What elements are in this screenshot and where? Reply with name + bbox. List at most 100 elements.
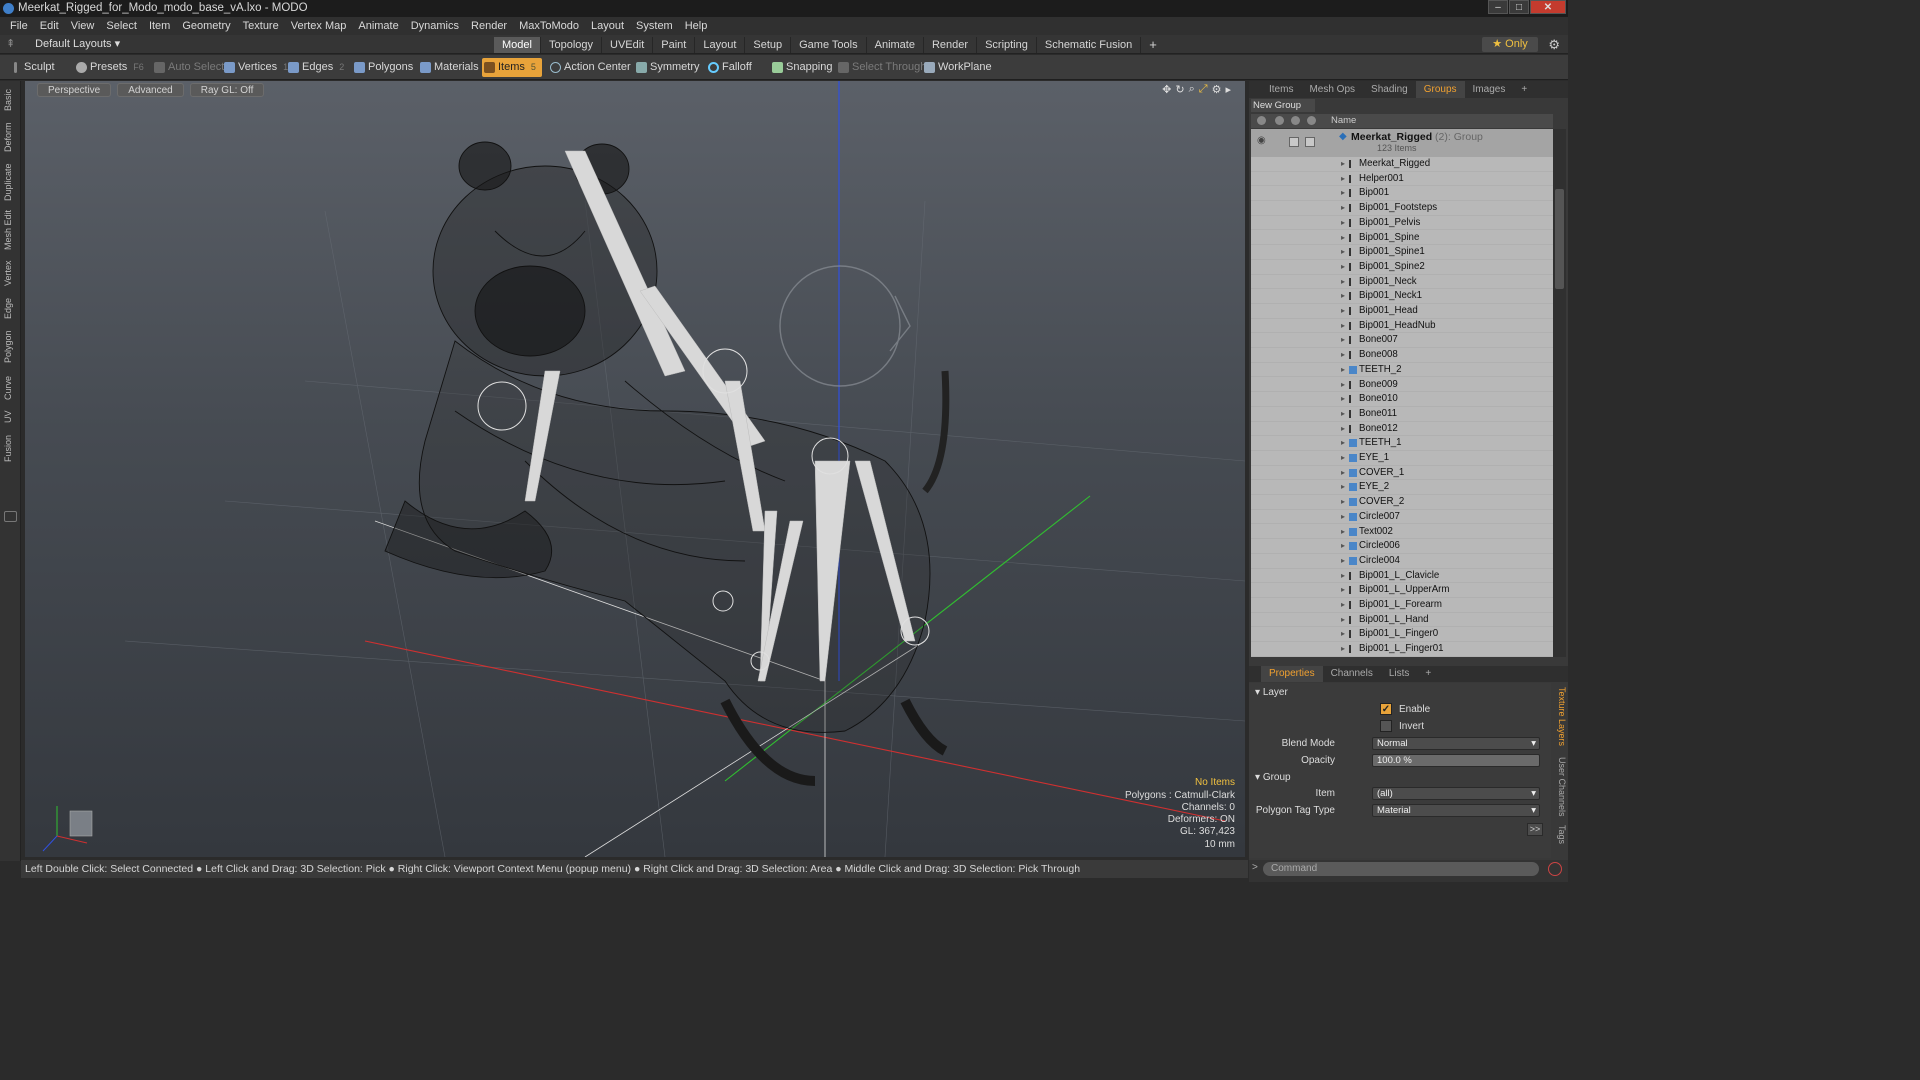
list-item[interactable]: ▸ Bip001_Spine1	[1251, 245, 1553, 260]
menu-item[interactable]: Item	[143, 20, 176, 32]
orbit-icon[interactable]: ↻	[1175, 83, 1184, 96]
list-item[interactable]: ▸ Bip001_L_Forearm	[1251, 598, 1553, 613]
select-through-button[interactable]: Select Through	[836, 58, 926, 77]
materials-button[interactable]: Materials	[418, 58, 479, 77]
expand-arrow-icon[interactable]: ▸	[1341, 539, 1345, 554]
list-item[interactable]: ▸ Bip001_Neck1	[1251, 289, 1553, 304]
layout-selector[interactable]: ⇞ Default Layouts ▾	[6, 35, 120, 54]
menu-file[interactable]: File	[4, 20, 34, 32]
tab-properties[interactable]: Properties	[1261, 666, 1323, 682]
list-item[interactable]: ▸ TEETH_1	[1251, 436, 1553, 451]
invert-checkbox[interactable]	[1380, 720, 1392, 732]
tab-paint[interactable]: Paint	[653, 37, 696, 53]
expand-arrow-icon[interactable]: ▸	[1341, 627, 1345, 642]
vertices-button[interactable]: Vertices 1	[222, 58, 288, 77]
menu-view[interactable]: View	[65, 20, 101, 32]
lock-toggle[interactable]	[1289, 137, 1299, 147]
tab-lists[interactable]: Lists	[1381, 666, 1418, 682]
expand-arrow-icon[interactable]: ▸	[1341, 466, 1345, 481]
expand-arrow-icon[interactable]: ▸	[1341, 304, 1345, 319]
expand-arrow-icon[interactable]: ▸	[1341, 422, 1345, 437]
expand-arrow-icon[interactable]: ▸	[1341, 275, 1345, 290]
edges-button[interactable]: Edges 2	[286, 58, 344, 77]
maximize-button[interactable]: □	[1509, 0, 1529, 14]
menu-vertex-map[interactable]: Vertex Map	[285, 20, 353, 32]
select-toggle[interactable]	[1305, 137, 1315, 147]
expand-arrow-icon[interactable]: ▸	[1341, 333, 1345, 348]
vtab-texture-layers[interactable]: Texture Layers	[1553, 687, 1567, 751]
expand-arrow-icon[interactable]: ▸	[1341, 525, 1345, 540]
list-item[interactable]: ▸ Circle007	[1251, 510, 1553, 525]
items-button[interactable]: Items 5	[482, 58, 542, 77]
list-item[interactable]: ▸ Bip001_L_Finger01	[1251, 642, 1553, 657]
tab-images[interactable]: Images	[1465, 81, 1514, 98]
tab-setup[interactable]: Setup	[745, 37, 792, 53]
list-item[interactable]: ▸ Bip001_Spine2	[1251, 260, 1553, 275]
tab-mesh-ops[interactable]: Mesh Ops	[1301, 81, 1363, 98]
expand-arrow-icon[interactable]: ▸	[1341, 642, 1345, 657]
tab-topology[interactable]: Topology	[541, 37, 603, 53]
menu-texture[interactable]: Texture	[237, 20, 285, 32]
expand-arrow-icon[interactable]: ▸	[1341, 480, 1345, 495]
list-item[interactable]: ▸ EYE_2	[1251, 480, 1553, 496]
left-tab-mesh-edit[interactable]: Mesh Edit	[3, 209, 17, 251]
list-item[interactable]: ▸ Bip001	[1251, 186, 1553, 202]
tab-uvedit[interactable]: UVEdit	[602, 37, 654, 53]
tab-game-tools[interactable]: Game Tools	[791, 37, 867, 53]
list-item[interactable]: ▸ Bip001_L_UpperArm	[1251, 583, 1553, 598]
gear-icon[interactable]: ⚙	[1548, 37, 1560, 52]
expand-arrow-icon[interactable]: ▸	[1341, 451, 1345, 466]
list-item[interactable]: ▸ Bip001_L_Hand	[1251, 613, 1553, 628]
list-item[interactable]: ▸ TEETH_2	[1251, 363, 1553, 378]
command-expand-icon[interactable]: >	[1252, 862, 1258, 873]
workplane-button[interactable]: WorkPlane	[922, 58, 992, 77]
list-item[interactable]: ▸ COVER_2	[1251, 495, 1553, 510]
list-item[interactable]: ▸ Bip001_Neck	[1251, 275, 1553, 290]
expand-arrow-icon[interactable]: ▸	[1341, 157, 1345, 172]
tab-animate[interactable]: Animate	[867, 37, 924, 53]
left-tab-curve[interactable]: Curve	[3, 373, 17, 403]
close-button[interactable]: ✕	[1530, 0, 1566, 14]
list-scrollbar[interactable]	[1553, 129, 1566, 657]
list-item[interactable]: ▸ Bip001_Spine	[1251, 231, 1553, 246]
list-item[interactable]: ▸ Bone012	[1251, 422, 1553, 437]
expand-arrow-icon[interactable]: ▸	[1341, 216, 1345, 231]
list-item[interactable]: ▸ Circle006	[1251, 539, 1553, 554]
tab-groups[interactable]: Groups	[1415, 81, 1465, 98]
tab-channels[interactable]: Channels	[1323, 666, 1381, 682]
list-item[interactable]: ▸ Bone008	[1251, 348, 1553, 363]
tab-render[interactable]: Render	[924, 37, 978, 53]
list-item[interactable]: ▸ Bip001_Head	[1251, 304, 1553, 319]
viewport-gear-icon[interactable]: ⚙	[1212, 83, 1222, 96]
name-column-header[interactable]: Name	[1331, 114, 1356, 128]
list-item[interactable]: ▸ Bip001_Pelvis	[1251, 216, 1553, 231]
menu-dynamics[interactable]: Dynamics	[405, 20, 465, 32]
tab-layout[interactable]: Layout	[695, 37, 746, 53]
command-input[interactable]: Command	[1263, 862, 1539, 876]
zoom-icon[interactable]: ⌕	[1189, 83, 1195, 96]
left-tab-uv[interactable]: UV	[3, 409, 17, 425]
falloff-button[interactable]: Falloff	[706, 58, 752, 77]
list-item[interactable]: ▸ Bone007	[1251, 333, 1553, 349]
tab-scripting[interactable]: Scripting	[977, 37, 1037, 53]
list-item[interactable]: ▸ COVER_1	[1251, 466, 1553, 481]
expand-arrow-icon[interactable]: ▸	[1341, 583, 1345, 598]
vtab-tags[interactable]: Tags	[1553, 825, 1567, 847]
item-select[interactable]: (all) ▾	[1372, 787, 1540, 800]
list-item[interactable]: ▸ Helper001	[1251, 172, 1553, 187]
list-item[interactable]: ▸ Meerkat_Rigged	[1251, 157, 1553, 172]
tab-shading[interactable]: Shading	[1363, 81, 1416, 98]
auto-select-button[interactable]: Auto Select	[152, 58, 224, 77]
expand-arrow-icon[interactable]: ▸	[1341, 598, 1345, 613]
vtab-user-channels[interactable]: User Channels	[1553, 757, 1567, 819]
left-tab-duplicate[interactable]: Duplicate	[3, 161, 17, 203]
expand-arrow-icon[interactable]: ▸	[1341, 231, 1345, 246]
scrollbar-thumb[interactable]	[1555, 189, 1564, 289]
menu-render[interactable]: Render	[465, 20, 513, 32]
menu-select[interactable]: Select	[100, 20, 143, 32]
menu-animate[interactable]: Animate	[352, 20, 404, 32]
add-panel-tab-icon[interactable]: +	[1513, 81, 1535, 98]
symmetry-button[interactable]: Symmetry	[634, 58, 700, 77]
expand-arrow-icon[interactable]: ▸	[1341, 289, 1345, 304]
list-item[interactable]: ▸ EYE_1	[1251, 451, 1553, 466]
